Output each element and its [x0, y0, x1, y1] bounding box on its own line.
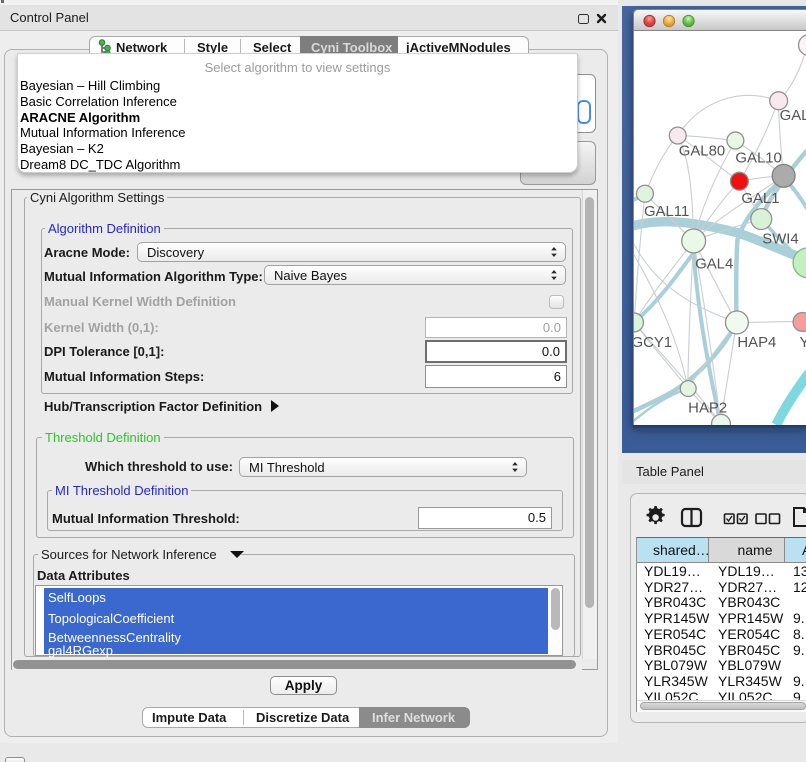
svg-text:GAL10: GAL10 — [735, 150, 781, 166]
svg-text:GAL4: GAL4 — [695, 256, 733, 272]
svg-text:GAL7: GAL7 — [780, 108, 806, 124]
svg-text:HAP2: HAP2 — [688, 400, 727, 416]
svg-text:GAL11: GAL11 — [644, 204, 689, 220]
svg-text:HAP4: HAP4 — [737, 335, 776, 351]
svg-text:Y: Y — [800, 335, 806, 351]
svg-text:GAL80: GAL80 — [679, 143, 725, 159]
svg-text:GAL1: GAL1 — [741, 191, 779, 207]
svg-text:SWI4: SWI4 — [762, 231, 798, 247]
svg-text:GCY1: GCY1 — [633, 335, 672, 351]
